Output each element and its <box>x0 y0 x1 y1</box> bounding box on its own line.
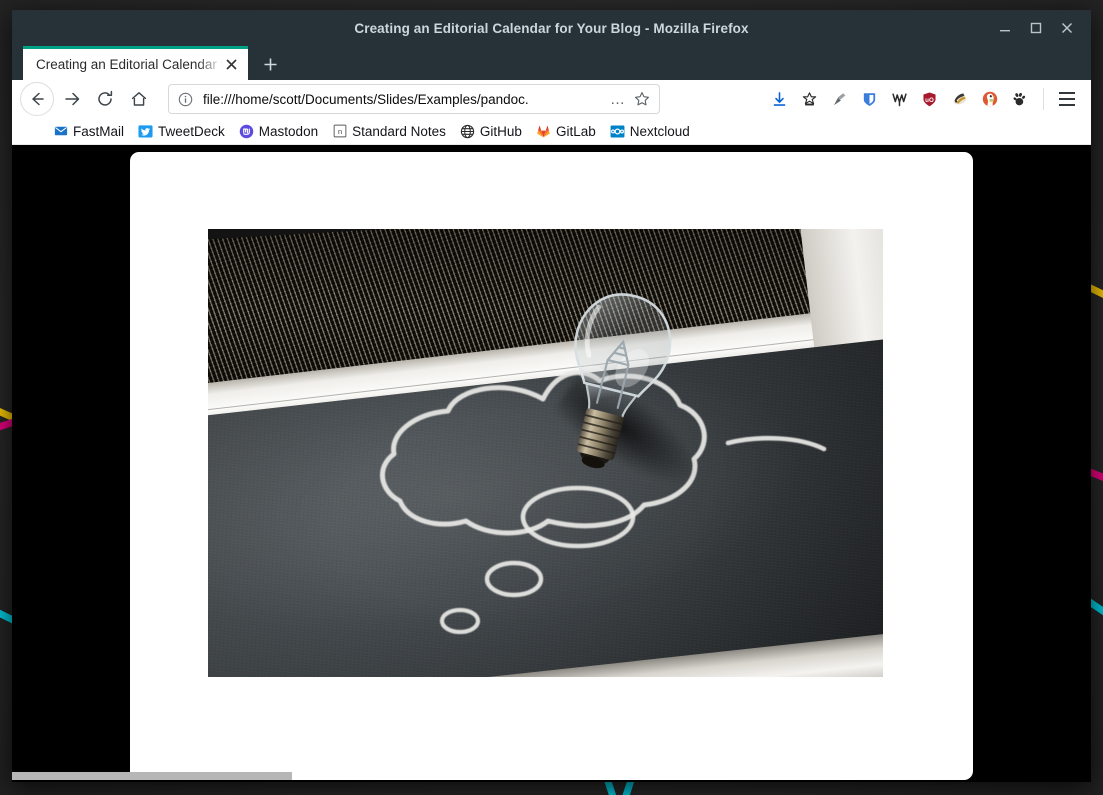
bookmark-label: GitHub <box>480 124 522 139</box>
pin-icon[interactable] <box>826 85 853 113</box>
close-icon[interactable] <box>1058 19 1076 37</box>
app-menu-button[interactable] <box>1053 85 1081 113</box>
duckduckgo-privacy-icon[interactable] <box>976 85 1003 113</box>
gnome-shell-integration-icon[interactable] <box>1006 85 1033 113</box>
bookmark-label: TweetDeck <box>158 124 225 139</box>
horizontal-scrollbar[interactable] <box>12 770 1091 782</box>
note-n-icon: n <box>332 124 347 139</box>
reload-button[interactable] <box>88 82 122 116</box>
envelope-icon <box>53 124 68 139</box>
nextcloud-icon <box>610 124 625 139</box>
toolbar-divider <box>1043 88 1044 110</box>
bookmark-label: FastMail <box>73 124 124 139</box>
bookmark-mastodon[interactable]: Mastodon <box>232 122 325 141</box>
forward-button[interactable] <box>54 82 88 116</box>
privacy-badger-icon[interactable] <box>946 85 973 113</box>
svg-text:n: n <box>338 127 342 136</box>
light-bulb-on-chalkboard-photo <box>208 229 883 677</box>
bookmark-github[interactable]: GitHub <box>453 122 529 141</box>
bookmark-standard-notes[interactable]: n Standard Notes <box>325 122 453 141</box>
url-text[interactable]: file:///home/scott/Documents/Slides/Exam… <box>203 92 608 107</box>
toolbar-extensions: uO <box>766 85 1083 113</box>
presentation-slide <box>130 152 973 780</box>
twitter-icon <box>138 124 153 139</box>
url-bar[interactable]: file:///home/scott/Documents/Slides/Exam… <box>168 84 660 114</box>
bookmark-label: Mastodon <box>259 124 318 139</box>
new-tab-button[interactable] <box>255 49 285 79</box>
bookmark-tweetdeck[interactable]: TweetDeck <box>131 122 232 141</box>
mastodon-icon <box>239 124 254 139</box>
tab-strip: Creating an Editorial Calendar for Your … <box>12 46 1091 80</box>
svg-text:uO: uO <box>925 96 934 103</box>
ublock-origin-icon[interactable]: uO <box>916 85 943 113</box>
close-tab-icon[interactable] <box>223 56 240 73</box>
wallabag-icon[interactable] <box>886 85 913 113</box>
back-button[interactable] <box>20 82 54 116</box>
info-circle-icon[interactable] <box>178 92 195 107</box>
browser-tab-active[interactable]: Creating an Editorial Calendar for Your … <box>23 46 248 80</box>
bookmark-fastmail[interactable]: FastMail <box>46 122 131 141</box>
page-content <box>12 145 1091 782</box>
home-button[interactable] <box>122 82 156 116</box>
bookmarks-toolbar: FastMail TweetDeck Mastodon <box>12 118 1091 145</box>
bookmark-star-icon[interactable] <box>632 91 652 107</box>
bookmark-label: Nextcloud <box>630 124 690 139</box>
bookmark-nextcloud[interactable]: Nextcloud <box>603 122 697 141</box>
navigation-toolbar: file:///home/scott/Documents/Slides/Exam… <box>12 80 1091 118</box>
bookmark-gitlab[interactable]: GitLab <box>529 122 603 141</box>
downloads-icon[interactable] <box>766 85 793 113</box>
bookmark-label: GitLab <box>556 124 596 139</box>
minimize-icon[interactable] <box>996 19 1014 37</box>
pocket-icon[interactable] <box>796 85 823 113</box>
horizontal-scrollbar-thumb[interactable] <box>12 772 292 780</box>
window-title: Creating an Editorial Calendar for Your … <box>12 21 1091 36</box>
page-actions-icon[interactable]: … <box>608 91 628 108</box>
bitwarden-icon[interactable] <box>856 85 883 113</box>
globe-icon <box>460 124 475 139</box>
gitlab-fox-icon <box>536 124 551 139</box>
bookmark-label: Standard Notes <box>352 124 446 139</box>
window-titlebar: Creating an Editorial Calendar for Your … <box>12 10 1091 46</box>
maximize-icon[interactable] <box>1027 19 1045 37</box>
browser-window: Creating an Editorial Calendar for Your … <box>12 10 1091 782</box>
window-controls <box>996 19 1091 37</box>
tab-title: Creating an Editorial Calendar for Your … <box>36 57 223 72</box>
